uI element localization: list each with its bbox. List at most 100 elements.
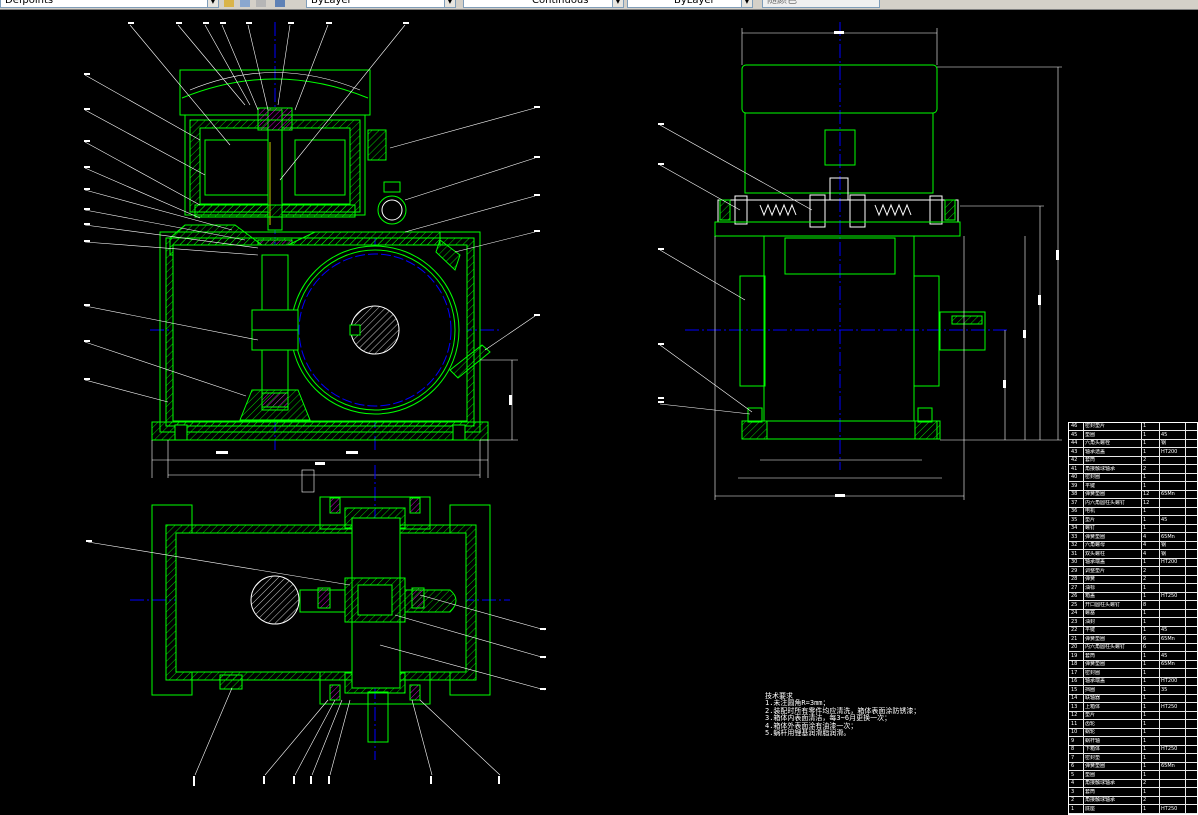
layer-dropdown-arrow[interactable]: ▼ — [207, 0, 219, 8]
bom-cell: 29 — [1071, 567, 1078, 574]
match-layer-icon[interactable] — [275, 0, 285, 7]
bom-cell: 45 — [1161, 627, 1168, 633]
bom-cell: 45 — [1161, 516, 1168, 523]
bom-cell: 20 — [1071, 644, 1078, 650]
bom-cell: 双头螺柱 — [1085, 550, 1106, 557]
bom-row: 38 弹簧垫圈 12 65Mn — [1069, 491, 1197, 500]
bom-cell: HT250 — [1161, 805, 1178, 812]
bom-cell: HT200 — [1161, 448, 1178, 455]
bom-cell: HT250 — [1161, 593, 1178, 599]
bom-row: 40 密封圈 1 — [1069, 474, 1197, 483]
bom-cell: 上箱体 — [1085, 703, 1101, 710]
bom-cell: 轴承端盖 — [1085, 559, 1106, 565]
bom-cell: 8 — [1071, 746, 1075, 752]
bom-cell: 联轴器 — [1085, 695, 1101, 701]
bom-row: 22 平键 1 45 — [1069, 627, 1197, 636]
bom-cell: 21 — [1071, 635, 1078, 642]
bom-row: 6 弹簧垫圈 1 65Mn — [1069, 763, 1197, 772]
bom-cell: 11 — [1071, 720, 1078, 727]
bom-cell: 5 — [1071, 771, 1075, 778]
bom-cell: 40 — [1071, 474, 1078, 480]
bom-cell: 19 — [1071, 652, 1078, 659]
bom-row: 30 轴承端盖 1 HT200 — [1069, 559, 1197, 568]
bom-cell: 37 — [1071, 499, 1078, 506]
bom-cell: 下箱体 — [1085, 746, 1101, 752]
bom-row: 1 底座 1 HT250 — [1069, 805, 1197, 814]
bom-cell: 9 — [1071, 737, 1075, 744]
bom-cell: 65Mn — [1161, 491, 1175, 497]
layer-manager-icon[interactable] — [256, 0, 266, 7]
top-section-view — [130, 465, 510, 760]
bom-cell: 7 — [1071, 754, 1075, 761]
bom-cell: 3 — [1071, 788, 1075, 795]
bom-cell: 6 — [1143, 644, 1147, 650]
bom-cell: 1 — [1143, 652, 1147, 659]
bom-cell: 1 — [1143, 763, 1147, 769]
bom-row: 36 电机 1 — [1069, 508, 1197, 517]
bom-row: 11 齿轮 1 — [1069, 720, 1197, 729]
bom-cell: 1 — [1143, 627, 1147, 633]
color-control[interactable]: ByLayer — [306, 0, 456, 8]
bom-cell: 1 — [1143, 559, 1147, 565]
color-dropdown-arrow[interactable]: ▼ — [444, 0, 456, 8]
bom-cell: 1 — [1143, 720, 1147, 727]
layer-states-icon[interactable] — [240, 0, 250, 7]
bom-cell: 17 — [1071, 669, 1078, 676]
layer-state-dropdown[interactable]: Defpoints — [0, 0, 208, 8]
bom-cell: 22 — [1071, 627, 1078, 633]
bom-cell: 1 — [1071, 805, 1075, 812]
bom-cell: 1 — [1143, 669, 1147, 676]
bom-row: 13 上箱体 1 HT250 — [1069, 703, 1197, 712]
bom-cell: 8 — [1143, 601, 1147, 608]
bom-cell: 15 — [1071, 686, 1078, 693]
bom-row: 33 弹簧垫圈 4 65Mn — [1069, 534, 1197, 542]
bom-cell: 12 — [1143, 499, 1150, 506]
bom-cell: 36 — [1071, 508, 1078, 514]
layer-previous-icon[interactable] — [224, 0, 234, 7]
linetype-control[interactable]: Continuous — [463, 0, 623, 8]
bom-row: 27 油标 1 — [1069, 585, 1197, 593]
bom-row: 39 平键 1 — [1069, 482, 1197, 491]
bom-cell: 1 — [1143, 712, 1147, 718]
lineweight-dropdown-arrow[interactable]: ▼ — [741, 0, 753, 8]
bom-row: 25 开口圆柱头螺钉 8 — [1069, 601, 1197, 610]
bom-row: 43 轴承透盖 1 HT200 — [1069, 448, 1197, 457]
bom-row: 29 调整垫片 2 — [1069, 567, 1197, 576]
bom-cell: HT200 — [1161, 678, 1178, 684]
bom-cell: 38 — [1071, 491, 1078, 497]
bom-cell: 角接触球轴承 — [1085, 465, 1116, 472]
bom-cell: 1 — [1143, 703, 1147, 710]
bom-row: 37 内六角圆柱头螺钉 12 — [1069, 499, 1197, 508]
bom-cell: HT250 — [1161, 746, 1178, 752]
bom-cell: 43 — [1071, 448, 1078, 455]
bom-cell: 45 — [1071, 431, 1078, 438]
bom-cell: 1 — [1143, 448, 1147, 455]
bom-cell: 1 — [1143, 661, 1147, 667]
bom-cell: 41 — [1071, 465, 1078, 472]
bom-cell: 1 — [1143, 805, 1147, 812]
plotstyle-control[interactable]: 随颜色 — [762, 0, 880, 8]
bom-cell: 六角螺母 — [1085, 542, 1106, 548]
linetype-dropdown-arrow[interactable]: ▼ — [612, 0, 624, 8]
bom-cell: 1 — [1143, 686, 1147, 693]
bom-cell: 2 — [1071, 797, 1075, 803]
bom-cell: 1 — [1143, 788, 1147, 795]
bom-cell: 1 — [1143, 729, 1147, 735]
bom-cell: 轴承透盖 — [1085, 448, 1106, 455]
bom-cell: 39 — [1071, 482, 1078, 489]
bom-cell: 套筒 — [1085, 788, 1096, 795]
bom-cell: HT200 — [1161, 559, 1178, 565]
drawing-canvas[interactable] — [0, 10, 1198, 815]
bom-row: 3 套筒 1 — [1069, 788, 1197, 797]
bom-cell: 内六角圆柱头螺钉 — [1085, 644, 1126, 650]
bom-row: 45 垫圈 1 45 — [1069, 431, 1197, 440]
bom-cell: 轴承端盖 — [1085, 678, 1106, 684]
bom-cell: 1 — [1143, 754, 1147, 761]
bom-cell: 1 — [1143, 737, 1147, 744]
note-item: 5.蜗杆用锂基润滑脂润滑。 — [765, 729, 851, 738]
bom-cell: 1 — [1143, 610, 1147, 616]
bom-row: 4 角接触球轴承 2 — [1069, 780, 1197, 789]
bom-cell: 31 — [1071, 550, 1078, 557]
bom-cell: 4 — [1071, 780, 1075, 786]
lineweight-control[interactable]: ByLayer — [627, 0, 753, 8]
